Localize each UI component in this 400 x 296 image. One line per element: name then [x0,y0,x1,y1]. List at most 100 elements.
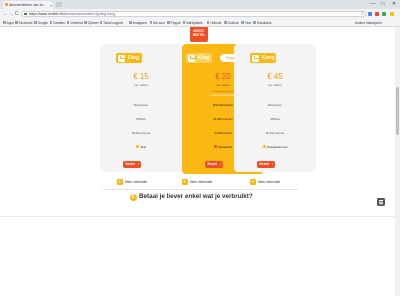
bookmark-item[interactable]: Apps [3,20,14,26]
bookmark-item[interactable]: Outlook [224,20,239,26]
brand-logo[interactable]: MEEST BESTEL [190,27,208,42]
new-tab-button[interactable] [56,2,62,7]
plus-icon: + [117,179,123,185]
scrollbar-thumb[interactable] [396,87,399,135]
browser-tab[interactable]: Abonnementen van Ja... × [3,1,53,9]
plan-name-chip: King [186,53,212,63]
bookmark-item[interactable]: Vind [241,20,251,26]
bookmark-item[interactable]: Google [34,20,48,26]
plan-name-chip: Kong [250,53,276,63]
order-button[interactable]: Bestel › [257,161,275,168]
plan-price-period: per maand [134,83,148,87]
order-button[interactable]: Bestel › [123,161,141,168]
reload-icon[interactable]: C [15,11,19,17]
plan-name: King [198,55,210,61]
bookmark-item[interactable]: Marktplaats [182,20,203,26]
bookmark-icon [241,21,244,24]
browser-chrome: Abonnementen van Ja... × — □ ✕ ← → C htt… [0,0,400,27]
euro-icon: € [130,194,137,201]
favicon-icon [4,3,8,7]
more-info-link[interactable]: + Meer informatie [182,178,212,186]
close-window-button[interactable]: ✕ [389,1,399,7]
url-path: abonnement/mobiel-4g-king-kong [62,11,116,16]
plan-feature: Veel [100,145,182,149]
bookmark-item[interactable]: Gmailen [49,20,65,26]
bookmark-item[interactable]: Omnibox [66,20,83,26]
bookmark-icon [66,21,70,24]
page-content: MEEST BESTEL Ding € 15 per maand Belminu… [0,27,395,296]
plan-card-kong: Kong € 45 per maand Belminuten SMSjes Mo… [234,44,316,172]
bookmark-icon [3,21,6,24]
bookmark-item[interactable]: Paypal [167,20,180,26]
menu-icon[interactable] [390,11,394,16]
bookmark-icon [34,21,37,24]
arrow-right-icon: › [138,162,140,166]
bookmark-icon [224,21,227,24]
plan-name: Kong [262,55,275,61]
bookmark-icon [149,21,153,24]
maximize-button[interactable]: □ [378,1,388,7]
more-info-link[interactable]: + Meer informatie [117,178,147,186]
bookmark-icon [206,21,210,24]
bookmark-icon [253,21,256,24]
bookmark-star-icon[interactable]: ☆ [360,11,364,17]
minimize-button[interactable]: — [368,1,378,7]
more-info-link[interactable]: + Meer informatie [250,178,280,186]
divider [103,189,298,190]
back-icon[interactable]: ← [3,11,8,17]
bookmark-item[interactable]: Hotmail [206,20,221,26]
other-bookmarks[interactable]: Andere bladwijzers [355,20,382,26]
plan-feature: Onbeperkt veel [234,145,316,149]
plan-price: € 15 [133,72,149,81]
plan-feature: Belminuten [134,103,148,107]
extension-icon-2[interactable] [375,11,379,16]
smiley-icon [118,54,126,62]
lightning-icon [135,145,139,149]
bookmark-item[interactable]: Bol.com [149,20,165,26]
navigation-row: ← → C https://www.mobiel.nl/abonnement/m… [0,9,400,18]
arrow-right-icon: › [220,162,222,166]
extension-icon-3[interactable] [382,11,386,16]
bookmark-icon [49,21,53,24]
bookmark-icon [99,21,103,24]
bookmark-icon [84,21,87,24]
lightning-icon [213,145,217,149]
plan-feature: SMSjes [270,117,280,121]
section-heading: € Betaal je liever enkel wat je verbruikt… [130,193,253,201]
plan-price: € 45 [267,72,283,81]
forward-icon[interactable]: → [9,11,14,17]
tab-title: Abonnementen van Ja... [9,3,46,7]
menu-fab-button[interactable] [377,198,385,206]
plan-name: Ding [128,55,140,61]
bookmark-icon [182,21,186,24]
extension-icon-1[interactable] [368,11,372,16]
arrow-right-icon: › [272,162,274,166]
smiley-icon [188,54,196,62]
bookmark-item[interactable]: Instagram [129,20,147,26]
plus-icon: + [250,179,256,185]
bookmark-icon [129,21,132,24]
bookmark-item[interactable]: Ticket support [99,20,123,26]
plan-feature: Belminuten [268,103,282,107]
address-bar[interactable]: https://www.mobiel.nl/abonnement/mobiel-… [21,10,366,17]
plan-feature: Mobiel internet [265,131,285,135]
lock-icon [24,12,27,16]
tab-close-icon[interactable]: × [50,3,52,8]
bookmark-item[interactable]: Facebook [15,20,33,26]
brand-logo-line2: BESTEL [192,32,206,37]
plan-name-chip: Ding [116,53,142,63]
order-button[interactable]: Bestel › [205,161,223,168]
bookmark-icon [15,21,18,24]
plan-card-ding: Ding € 15 per maand Belminuten SMSjes Mo… [100,44,182,172]
plan-price-period: per maand [268,83,282,87]
scrollbar[interactable] [395,27,400,296]
bookmarks-bar: Andere bladwijzers Apps Facebook Google Gma… [0,18,400,27]
bookmark-item[interactable]: Openen [84,20,99,26]
tab-bar: Abonnementen van Ja... × — □ ✕ [0,0,400,9]
bookmark-item[interactable]: Rabobank [253,20,271,26]
smiley-icon [252,54,260,62]
plan-feature: Mobiel internet [131,131,151,135]
lightning-icon [262,145,266,149]
url-domain: https://www.mobiel.nl/ [29,11,63,16]
divider [0,216,395,217]
